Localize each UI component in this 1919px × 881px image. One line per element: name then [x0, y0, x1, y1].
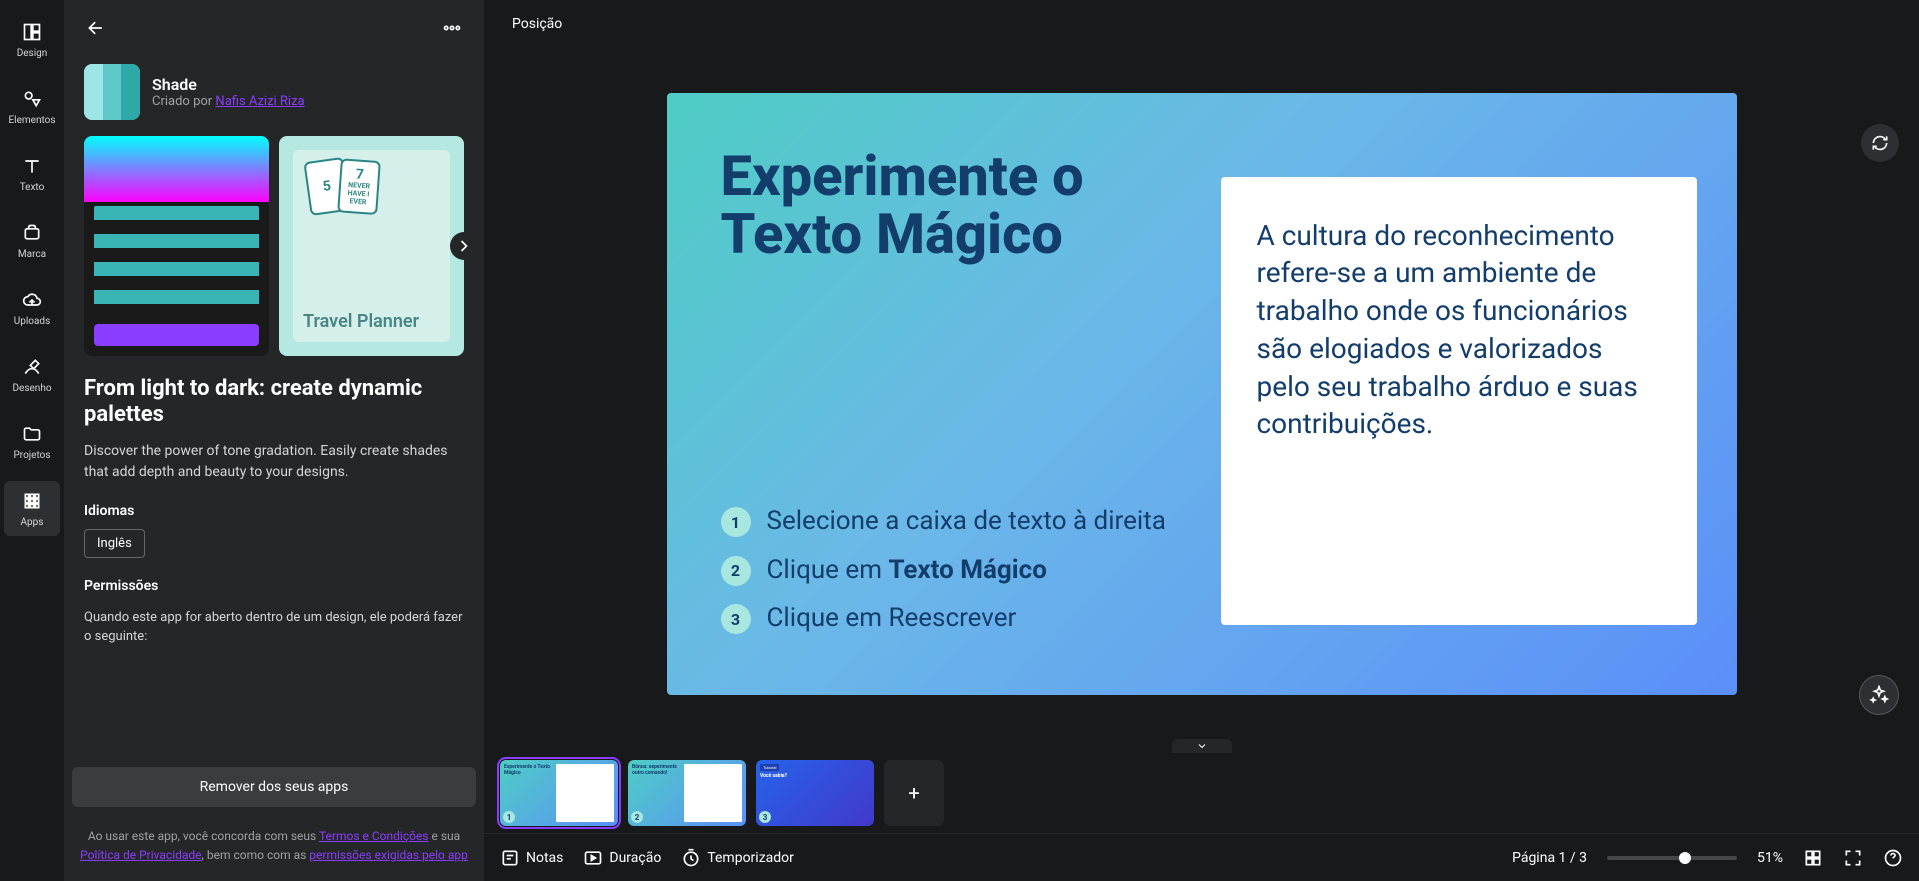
thumb-number: 3 [759, 811, 771, 823]
cloud-upload-icon [20, 288, 44, 312]
app-description: Discover the power of tone gradation. Ea… [76, 437, 472, 499]
terms-link[interactable]: Termos e Condições [319, 829, 429, 843]
canvas-area[interactable]: Experimente o Texto Mágico 1 Selecione a… [484, 48, 1919, 739]
legal-text: Ao usar este app, você concorda com seus… [64, 815, 484, 881]
rail-texto[interactable]: Texto [4, 146, 60, 201]
thumb-number: 2 [631, 811, 643, 823]
remove-app-button[interactable]: Remover dos seus apps [72, 767, 476, 807]
thumbnail-1[interactable]: Experimente o Texto Mágico 1 [500, 760, 618, 826]
thumbnail-2[interactable]: Bônus: experimente outro comando! 2 [628, 760, 746, 826]
travel-planner-text: Travel Planner [303, 312, 440, 332]
back-button[interactable] [80, 12, 112, 44]
permissions-text: Quando este app for aberto dentro de um … [76, 604, 472, 659]
app-meta: Shade Criado por Nafis Azizi Riza [152, 75, 305, 109]
rail-marca[interactable]: Marca [4, 213, 60, 268]
folder-icon [20, 422, 44, 446]
more-options-button[interactable] [436, 12, 468, 44]
app-author-line: Criado por Nafis Azizi Riza [152, 94, 305, 109]
step-number: 1 [721, 507, 751, 537]
gallery-image-2[interactable]: 5 7NEVERHAVE I EVER Travel Planner [279, 136, 464, 356]
app-name: Shade [152, 75, 305, 94]
step-number: 2 [721, 556, 751, 586]
add-page-button[interactable]: + [884, 760, 944, 826]
gallery-next-button[interactable] [450, 232, 478, 260]
app-gallery: 5 7NEVERHAVE I EVER Travel Planner [76, 128, 472, 364]
rail-label: Elementos [8, 115, 55, 126]
rail-label: Texto [20, 182, 45, 193]
step-text: Selecione a caixa de texto à direita [767, 505, 1166, 538]
thumb-number: 1 [503, 811, 515, 823]
app-logo-icon [84, 64, 140, 120]
author-link[interactable]: Nafis Azizi Riza [215, 94, 304, 109]
thumbnail-3[interactable]: TutorialVocê sabia? 3 [756, 760, 874, 826]
app-header-row: Shade Criado por Nafis Azizi Riza [76, 56, 472, 128]
rail-label: Projetos [13, 450, 50, 461]
privacy-link[interactable]: Política de Privacidade [80, 848, 201, 862]
slide[interactable]: Experimente o Texto Mágico 1 Selecione a… [667, 93, 1737, 695]
app-panel: Shade Criado por Nafis Azizi Riza 5 7NEV… [64, 0, 484, 881]
refresh-button[interactable] [1861, 124, 1899, 162]
zoom-slider[interactable] [1607, 856, 1737, 860]
panel-header [64, 0, 484, 56]
notes-button[interactable]: Notas [500, 848, 563, 868]
apps-grid-icon [20, 489, 44, 513]
zoom-label[interactable]: 51% [1757, 850, 1783, 866]
rail-label: Uploads [14, 316, 50, 327]
steps-list: 1 Selecione a caixa de texto à direita 2… [721, 505, 1181, 635]
slide-text-box[interactable]: A cultura do reconhecimento refere-se a … [1221, 177, 1697, 625]
bottom-bar: Notas Duração Temporizador Página 1 / 3 … [484, 833, 1919, 881]
step-number: 3 [721, 604, 751, 634]
slide-title[interactable]: Experimente o Texto Mágico [721, 147, 1181, 265]
fullscreen-button[interactable] [1843, 848, 1863, 868]
card-7: 7NEVERHAVE I EVER [337, 158, 381, 215]
languages-label: Idiomas [76, 499, 472, 529]
rail-projetos[interactable]: Projetos [4, 414, 60, 469]
top-toolbar: Posição [484, 0, 1919, 48]
editor-main: Posição Experimente o Texto Mágico 1 Sel… [484, 0, 1919, 881]
rail-elementos[interactable]: Elementos [4, 79, 60, 134]
collapse-thumbnails-button[interactable] [1172, 739, 1232, 753]
duration-button[interactable]: Duração [583, 848, 661, 868]
page-indicator[interactable]: Página 1 / 3 [1512, 850, 1587, 866]
language-chip: Inglês [84, 529, 145, 558]
rail-label: Apps [21, 517, 44, 528]
gallery-image-1[interactable] [84, 136, 269, 356]
step-text: Clique em Reescrever [767, 602, 1017, 635]
text-icon [20, 154, 44, 178]
rail-label: Desenho [12, 383, 51, 394]
nav-rail: Design Elementos Texto Marca Uploads Des… [0, 0, 64, 881]
app-perms-link[interactable]: permissões exigidas pelo app [309, 848, 468, 862]
brand-icon [20, 221, 44, 245]
magic-ai-button[interactable] [1859, 675, 1899, 715]
rail-desenho[interactable]: Desenho [4, 347, 60, 402]
timer-button[interactable]: Temporizador [681, 848, 794, 868]
position-button[interactable]: Posição [500, 8, 574, 40]
step-3[interactable]: 3 Clique em Reescrever [721, 602, 1181, 635]
draw-icon [20, 355, 44, 379]
permissions-label: Permissões [76, 574, 472, 604]
rail-label: Design [17, 48, 48, 59]
rail-label: Marca [18, 249, 46, 260]
slide-left: Experimente o Texto Mágico 1 Selecione a… [721, 147, 1181, 655]
rail-design[interactable]: Design [4, 12, 60, 67]
thumbnail-strip: Experimente o Texto Mágico 1 Bônus: expe… [484, 753, 1919, 833]
layout-icon [20, 20, 44, 44]
shapes-icon [20, 87, 44, 111]
app-headline: From light to dark: create dynamic palet… [76, 364, 472, 437]
rail-uploads[interactable]: Uploads [4, 280, 60, 335]
rail-apps[interactable]: Apps [4, 481, 60, 536]
grid-view-button[interactable] [1803, 848, 1823, 868]
step-2[interactable]: 2 Clique em Texto Mágico [721, 554, 1181, 587]
panel-body: Shade Criado por Nafis Azizi Riza 5 7NEV… [64, 56, 484, 759]
step-text: Clique em Texto Mágico [767, 554, 1047, 587]
help-button[interactable] [1883, 848, 1903, 868]
step-1[interactable]: 1 Selecione a caixa de texto à direita [721, 505, 1181, 538]
slide-body-text: A cultura do reconhecimento refere-se a … [1257, 217, 1661, 444]
